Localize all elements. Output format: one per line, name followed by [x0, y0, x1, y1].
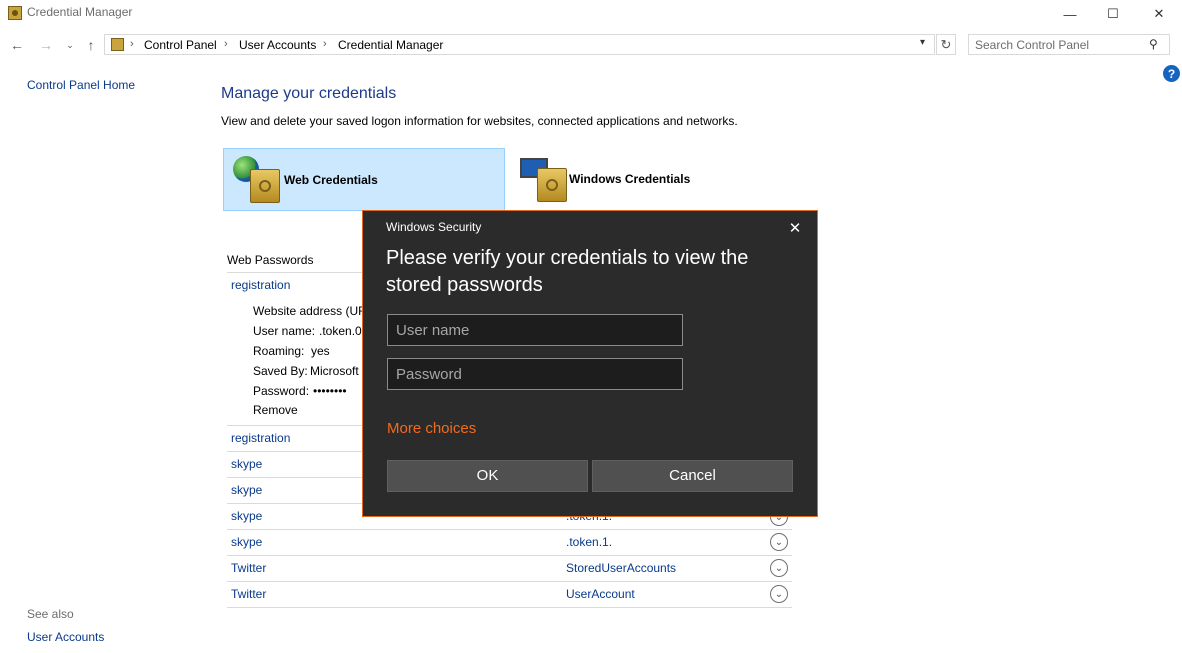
- expand-chevron-icon[interactable]: ⌄: [770, 559, 788, 577]
- expand-chevron-icon[interactable]: ⌄: [770, 533, 788, 551]
- address-bar[interactable]: › Control Panel › User Accounts › Creden…: [104, 34, 935, 55]
- search-input[interactable]: [975, 37, 1145, 52]
- credential-row-name[interactable]: skype: [231, 457, 262, 471]
- ok-button[interactable]: OK: [387, 460, 588, 492]
- dialog-close-icon[interactable]: ✕: [783, 217, 807, 239]
- windows-security-dialog: Windows Security ✕ Please verify your cr…: [362, 210, 818, 517]
- refresh-icon[interactable]: ↻: [936, 34, 956, 55]
- divider: [227, 529, 792, 530]
- dialog-caption: Windows Security: [386, 220, 482, 234]
- chevron-right-icon[interactable]: ›: [323, 38, 327, 50]
- credential-manager-icon: [8, 6, 22, 20]
- control-panel-icon: [111, 38, 124, 51]
- help-icon[interactable]: ?: [1163, 65, 1180, 82]
- credential-row-name[interactable]: Twitter: [231, 561, 266, 575]
- dialog-heading: Please verify your credentials to view t…: [386, 247, 749, 296]
- recent-locations-chevron-icon[interactable]: ⌄: [61, 36, 79, 54]
- remove-link[interactable]: Remove: [253, 403, 298, 417]
- web-credentials-tab[interactable]: Web Credentials: [223, 148, 505, 211]
- page-description: View and delete your saved logon informa…: [221, 114, 738, 128]
- search-box[interactable]: ⚲: [968, 34, 1170, 55]
- web-passwords-header: Web Passwords: [227, 253, 314, 267]
- password-input[interactable]: [387, 358, 683, 390]
- control-panel-home-link[interactable]: Control Panel Home: [27, 78, 135, 92]
- user-name-value: .token.0: [319, 324, 362, 338]
- chevron-right-icon[interactable]: ›: [224, 38, 228, 50]
- window-title: Credential Manager: [27, 5, 133, 19]
- username-input[interactable]: [387, 314, 683, 346]
- expand-chevron-icon[interactable]: ⌄: [770, 585, 788, 603]
- credential-row-value: UserAccount: [566, 587, 635, 601]
- close-button[interactable]: ✕: [1136, 0, 1182, 28]
- roaming-value: yes: [311, 344, 330, 358]
- see-also-label: See also: [27, 607, 74, 621]
- windows-credentials-tab[interactable]: Windows Credentials: [512, 148, 794, 211]
- saved-by-value: Microsoft: [310, 364, 359, 378]
- credential-row-value: .token.1.: [566, 535, 613, 549]
- divider: [227, 555, 792, 556]
- roaming-label: Roaming:: [253, 344, 305, 358]
- windows-credentials-label: Windows Credentials: [569, 172, 691, 186]
- forward-arrow-icon[interactable]: →: [37, 36, 55, 54]
- credential-registration-expanded[interactable]: registration: [231, 278, 290, 292]
- vault-icon: [537, 168, 567, 202]
- search-icon[interactable]: ⚲: [1149, 37, 1158, 51]
- maximize-button[interactable]: ☐: [1090, 0, 1136, 28]
- user-accounts-link[interactable]: User Accounts: [27, 630, 104, 644]
- password-value: ••••••••: [313, 384, 347, 398]
- breadcrumb-control-panel[interactable]: Control Panel: [144, 38, 217, 52]
- credential-row-name[interactable]: skype: [231, 509, 262, 523]
- breadcrumb-user-accounts[interactable]: User Accounts: [239, 38, 316, 52]
- more-choices-link[interactable]: More choices: [387, 420, 476, 437]
- minimize-button[interactable]: —: [1047, 0, 1093, 28]
- back-arrow-icon[interactable]: ←: [8, 36, 26, 54]
- page-title: Manage your credentials: [221, 85, 397, 102]
- breadcrumb-credential-manager[interactable]: Credential Manager: [338, 38, 443, 52]
- website-address-label: Website address (URI: [253, 304, 371, 318]
- up-arrow-icon[interactable]: ↑: [82, 36, 100, 54]
- credential-row-value: StoredUserAccounts: [566, 561, 677, 575]
- chevron-down-icon[interactable]: ▾: [920, 37, 925, 48]
- password-label: Password:: [253, 384, 310, 398]
- vault-icon: [250, 169, 280, 203]
- saved-by-label: Saved By:: [253, 364, 308, 378]
- user-name-label: User name:: [253, 324, 316, 338]
- credential-row-name[interactable]: skype: [231, 483, 262, 497]
- divider: [227, 581, 792, 582]
- divider: [227, 607, 792, 608]
- credential-row-name[interactable]: registration: [231, 431, 290, 445]
- cancel-button[interactable]: Cancel: [592, 460, 793, 492]
- credential-row-name[interactable]: skype: [231, 535, 262, 549]
- title-bar: Credential Manager — ☐ ✕: [0, 0, 1182, 28]
- credential-row-name[interactable]: Twitter: [231, 587, 266, 601]
- web-credentials-label: Web Credentials: [284, 173, 378, 187]
- chevron-right-icon[interactable]: ›: [130, 38, 134, 50]
